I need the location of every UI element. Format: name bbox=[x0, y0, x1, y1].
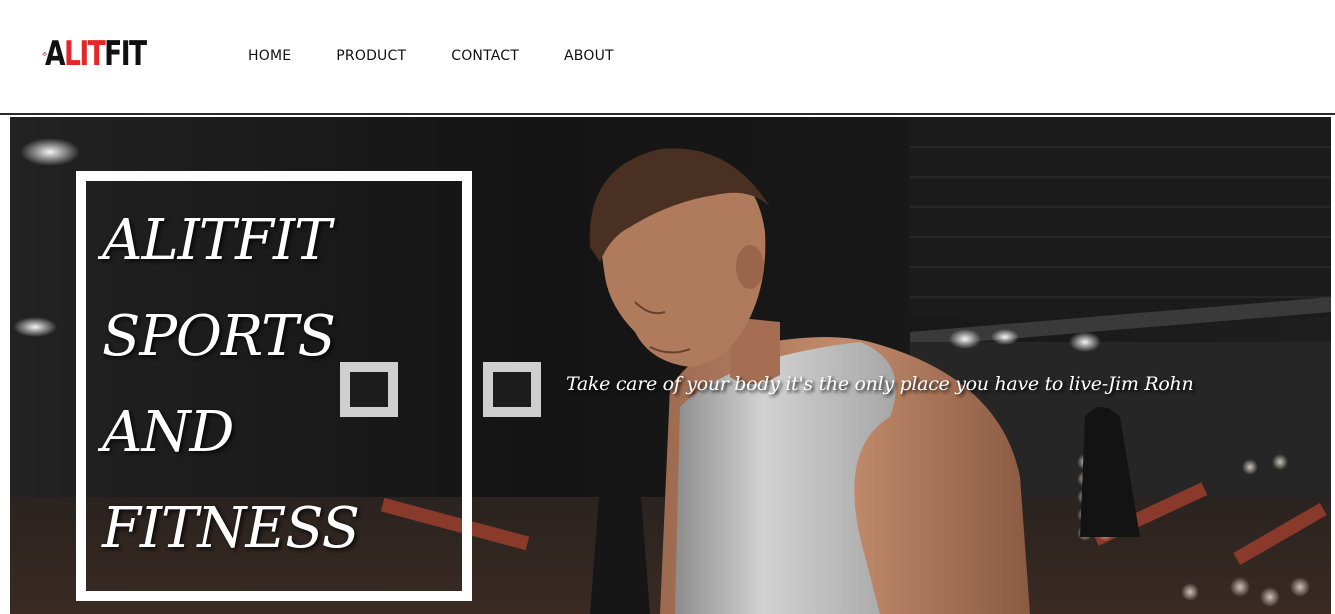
hero-quote: Take care of your body it's the only pla… bbox=[566, 373, 1194, 395]
hero-title-line-1: ALITFIT bbox=[102, 208, 331, 273]
nav-item-home[interactable]: HOME bbox=[248, 48, 291, 64]
brand-name: ALITFIT bbox=[45, 34, 147, 74]
nav-item-about[interactable]: ABOUT bbox=[564, 48, 614, 64]
brand-logo[interactable]: ALITFIT bbox=[42, 33, 174, 75]
main-nav: HOME PRODUCT CONTACT ABOUT bbox=[248, 48, 659, 64]
hero-title-line-3: AND bbox=[102, 400, 234, 465]
brand-name-a: A bbox=[45, 34, 66, 74]
site-header: ALITFIT HOME PRODUCT CONTACT ABOUT bbox=[0, 0, 1335, 115]
brand-name-lit: LIT bbox=[64, 34, 106, 74]
hero-title-line-2: SPORTS bbox=[102, 304, 336, 369]
hero-banner: ALITFIT SPORTS AND FITNESS Take care of … bbox=[10, 117, 1331, 614]
nav-item-contact[interactable]: CONTACT bbox=[451, 48, 519, 64]
nav-item-product[interactable]: PRODUCT bbox=[336, 48, 406, 64]
hero-title-line-4: FITNESS bbox=[102, 496, 360, 561]
brand-name-fit: FIT bbox=[104, 34, 147, 74]
